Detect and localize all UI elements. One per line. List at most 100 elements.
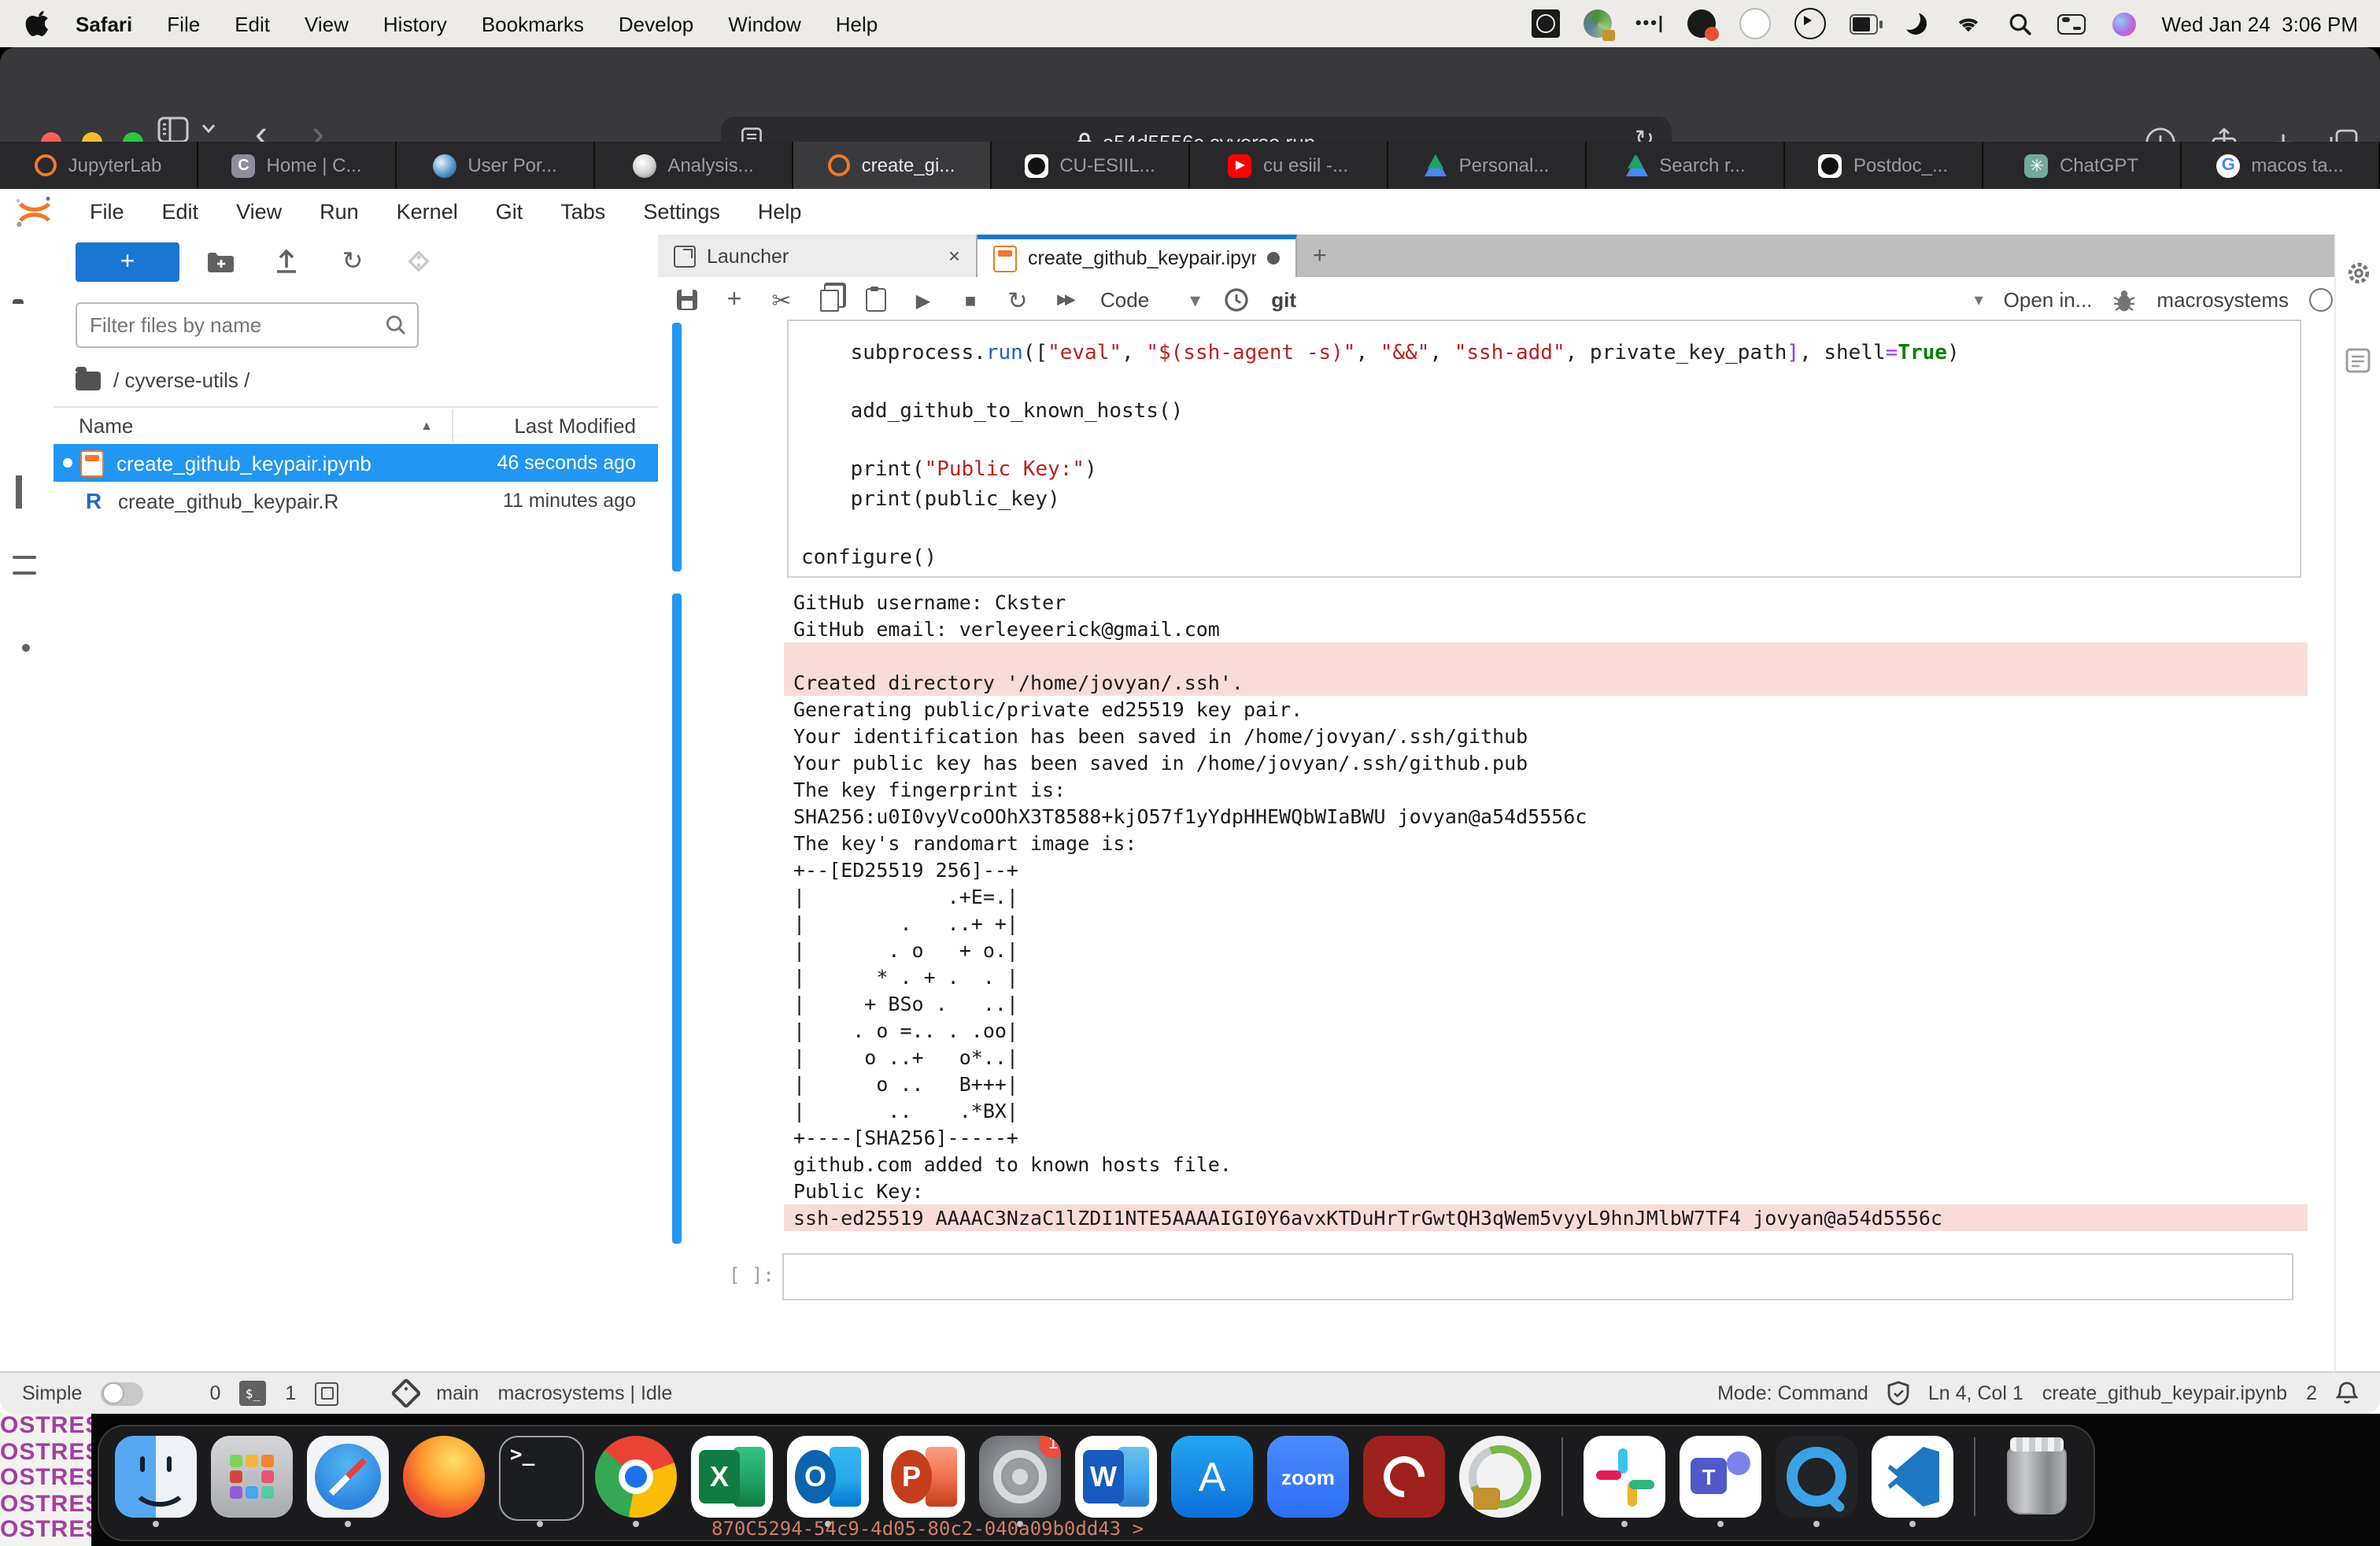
kernel-chip-icon[interactable] bbox=[315, 1381, 338, 1405]
playback-icon[interactable] bbox=[1794, 8, 1826, 39]
jl-menu-tabs[interactable]: Tabs bbox=[560, 200, 605, 224]
dock-powerpoint[interactable]: P bbox=[883, 1436, 965, 1527]
safari-tab-cu-esiil-[interactable]: CU-ESIIL... bbox=[992, 142, 1190, 189]
insert-cell-button[interactable]: + bbox=[722, 287, 746, 313]
sort-ascending-icon[interactable]: ▲ bbox=[420, 419, 433, 433]
dock-word[interactable]: W bbox=[1075, 1436, 1157, 1527]
menubar-item-bookmarks[interactable]: Bookmarks bbox=[482, 12, 584, 35]
dock-terminal[interactable]: >_ bbox=[499, 1436, 581, 1527]
safari-tab-home-c-[interactable]: CHome | C... bbox=[198, 142, 397, 189]
control-center-icon[interactable] bbox=[2057, 13, 2086, 34]
jl-menu-view[interactable]: View bbox=[236, 200, 282, 224]
mode-indicator[interactable]: Mode: Command bbox=[1717, 1382, 1868, 1404]
open-in-button[interactable]: Open in... bbox=[2004, 288, 2093, 312]
menubar-item-window[interactable]: Window bbox=[728, 12, 801, 35]
menubar-item-history[interactable]: History bbox=[383, 12, 447, 35]
anyconnect-menu-icon[interactable] bbox=[1584, 9, 1612, 38]
safari-tab-jupyterlab[interactable]: JupyterLab bbox=[0, 142, 198, 189]
jl-menu-git[interactable]: Git bbox=[496, 200, 523, 224]
file-row[interactable]: Rcreate_github_keypair.R11 minutes ago bbox=[54, 482, 658, 520]
terminal-icon[interactable]: $_ bbox=[239, 1381, 266, 1406]
kernel-status-icon[interactable] bbox=[2309, 288, 2333, 312]
jl-menu-settings[interactable]: Settings bbox=[643, 200, 720, 224]
restart-kernel-button[interactable]: ↻ bbox=[1006, 287, 1029, 313]
sidebar-chevron-icon[interactable] bbox=[201, 123, 216, 134]
dock-chrome[interactable] bbox=[595, 1436, 677, 1527]
dock-finder[interactable] bbox=[115, 1436, 197, 1527]
safari-tab-user-por-[interactable]: User Por... bbox=[397, 142, 595, 189]
column-last-modified[interactable]: Last Modified bbox=[452, 409, 658, 442]
siri-icon[interactable] bbox=[2112, 12, 2135, 35]
dock-zoom[interactable]: zoom bbox=[1267, 1436, 1349, 1527]
focus-moon-icon[interactable] bbox=[1905, 13, 1927, 35]
git-branch-icon[interactable] bbox=[390, 1378, 422, 1409]
empty-cell-editor[interactable] bbox=[782, 1253, 2293, 1300]
trust-shield-icon[interactable] bbox=[1887, 1381, 1909, 1406]
running-kernels-icon[interactable] bbox=[13, 392, 41, 420]
paste-cells-button[interactable] bbox=[864, 287, 888, 313]
jl-menu-help[interactable]: Help bbox=[758, 200, 802, 224]
dock-acrobat[interactable] bbox=[1363, 1436, 1445, 1527]
gear-icon[interactable] bbox=[2345, 260, 2372, 287]
restart-run-all-button[interactable]: ▶▶ bbox=[1053, 287, 1077, 313]
safari-tab-postdoc-[interactable]: Postdoc_... bbox=[1785, 142, 1983, 189]
sidebar-toggle[interactable] bbox=[157, 117, 189, 143]
breadcrumb[interactable]: / cyverse-utils / bbox=[76, 368, 249, 392]
jl-menu-file[interactable]: File bbox=[90, 200, 124, 224]
code-cell-editor[interactable]: subprocess.run(["eval", "$(ssh-agent -s)… bbox=[787, 320, 2301, 578]
filter-files-input[interactable] bbox=[77, 313, 386, 337]
meeting-app-icon[interactable] bbox=[1739, 8, 1771, 39]
simple-mode-toggle[interactable] bbox=[101, 1381, 143, 1405]
dock-settings[interactable]: 1 bbox=[979, 1436, 1061, 1527]
safari-tab-create-gi-[interactable]: create_gi... bbox=[793, 142, 992, 189]
extension-manager-icon[interactable] bbox=[13, 650, 41, 679]
menubar-clock[interactable]: Wed Jan 24 3:06 PM bbox=[2161, 12, 2358, 35]
cut-cells-button[interactable]: ✂ bbox=[770, 287, 793, 313]
git-clone-icon[interactable] bbox=[403, 246, 434, 277]
notification-count[interactable]: 2 bbox=[2306, 1382, 2317, 1404]
dock-quicktime[interactable] bbox=[1776, 1436, 1857, 1527]
output-collapser[interactable] bbox=[672, 594, 682, 1244]
dock-firefox[interactable] bbox=[403, 1436, 485, 1527]
dock-teams[interactable]: T bbox=[1680, 1436, 1761, 1527]
bell-icon[interactable] bbox=[2336, 1381, 2358, 1406]
stop-kernel-button[interactable]: ■ bbox=[959, 287, 982, 313]
jl-menu-edit[interactable]: Edit bbox=[162, 200, 199, 224]
jl-menu-run[interactable]: Run bbox=[320, 200, 359, 224]
close-tab-icon[interactable]: × bbox=[948, 244, 960, 268]
save-button[interactable] bbox=[675, 287, 699, 313]
safari-tab-personal-[interactable]: Personal... bbox=[1388, 142, 1587, 189]
dock-trash[interactable] bbox=[1996, 1436, 2078, 1527]
dock-slack[interactable] bbox=[1584, 1436, 1665, 1527]
menubar-item-file[interactable]: File bbox=[167, 12, 200, 35]
git-toolbar-label[interactable]: git bbox=[1271, 288, 1296, 312]
upload-icon[interactable] bbox=[271, 246, 302, 277]
safari-tab-macos-ta-[interactable]: Gmacos ta... bbox=[2182, 142, 2380, 189]
table-of-contents-icon[interactable] bbox=[13, 564, 41, 592]
textsniper-icon[interactable] bbox=[1532, 9, 1560, 38]
menubar-app-name[interactable]: Safari bbox=[76, 12, 132, 35]
cell-type-dropdown[interactable]: Code ▾ bbox=[1100, 287, 1200, 313]
property-inspector-icon[interactable] bbox=[2345, 348, 2371, 373]
add-tab-button[interactable]: + bbox=[1297, 235, 1343, 277]
cursor-position[interactable]: Ln 4, Col 1 bbox=[1928, 1382, 2023, 1404]
safari-tab-search-r-[interactable]: Search r... bbox=[1587, 142, 1785, 189]
run-cell-button[interactable]: ▶ bbox=[911, 287, 935, 313]
menubar-item-view[interactable]: View bbox=[305, 12, 349, 35]
battery-icon[interactable] bbox=[1850, 13, 1878, 34]
execution-time-icon[interactable] bbox=[1224, 287, 1247, 313]
git-panel-icon[interactable] bbox=[13, 479, 41, 507]
safari-tab-cu-esiil-[interactable]: cu esiil -... bbox=[1190, 142, 1388, 189]
file-browser-tab-icon[interactable] bbox=[13, 304, 41, 332]
input-collapser[interactable] bbox=[672, 323, 682, 571]
tab-launcher[interactable]: Launcher × bbox=[658, 235, 978, 277]
dock-vscode[interactable] bbox=[1872, 1436, 1953, 1527]
refresh-icon[interactable]: ↻ bbox=[337, 246, 368, 277]
dock-outlook[interactable]: O bbox=[787, 1436, 869, 1527]
home-folder-icon[interactable] bbox=[76, 371, 101, 390]
onepassword-icon[interactable]: •••| bbox=[1635, 9, 1664, 38]
dock-anyconnect[interactable] bbox=[1459, 1436, 1541, 1527]
column-name[interactable]: Name bbox=[79, 414, 133, 438]
dock-launchpad[interactable] bbox=[211, 1436, 293, 1527]
copy-cells-button[interactable] bbox=[817, 287, 841, 313]
